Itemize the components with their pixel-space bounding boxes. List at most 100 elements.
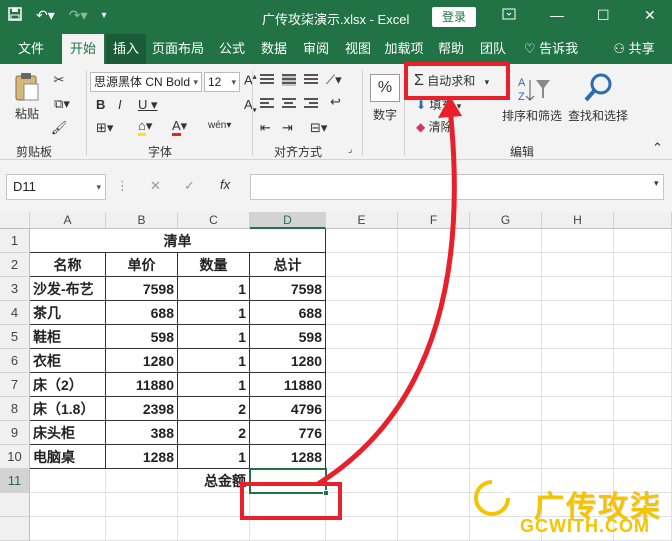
row-header-11[interactable]: 11	[0, 469, 30, 493]
row-header-8[interactable]: 8	[0, 397, 30, 421]
tab-page-layout[interactable]: 页面布局	[148, 34, 208, 64]
row-header-13[interactable]	[0, 517, 30, 541]
undo-icon[interactable]: ↶▾	[36, 7, 55, 24]
table-cell[interactable]: 沙发-布艺	[30, 277, 106, 301]
grid-cell[interactable]	[470, 373, 542, 397]
column-header-b[interactable]: B	[106, 212, 178, 229]
grid-cell[interactable]	[106, 517, 178, 541]
table-cell[interactable]: 床头柜	[30, 421, 106, 445]
grid-cell[interactable]	[30, 493, 106, 517]
expand-formula-bar-icon[interactable]: ▾	[654, 178, 659, 189]
header-qty[interactable]: 数量	[178, 253, 250, 277]
table-cell[interactable]: 床（1.8）	[30, 397, 106, 421]
paste-button[interactable]: 粘贴	[10, 72, 44, 122]
align-center-icon[interactable]	[282, 98, 296, 110]
grid-cell[interactable]	[470, 421, 542, 445]
grid-cell[interactable]	[326, 445, 398, 469]
merge-center-icon[interactable]: ⊟▾	[310, 120, 327, 136]
grid-cell[interactable]	[614, 421, 672, 445]
increase-indent-icon[interactable]: ⇥	[282, 120, 293, 136]
fill-color-icon[interactable]: ⌂▾	[138, 118, 152, 136]
grid-cell[interactable]	[326, 397, 398, 421]
grid-cell[interactable]	[398, 373, 470, 397]
row-header-10[interactable]: 10	[0, 445, 30, 469]
grid-cell[interactable]	[398, 517, 470, 541]
wrap-text-icon[interactable]: ↩	[330, 94, 341, 110]
tab-file[interactable]: 文件	[8, 34, 54, 64]
save-icon[interactable]	[8, 7, 22, 24]
align-right-icon[interactable]	[304, 98, 318, 110]
grid-cell[interactable]	[470, 229, 542, 253]
grid-cell[interactable]	[470, 325, 542, 349]
select-all-corner[interactable]	[0, 212, 30, 229]
tab-team[interactable]: 团队	[474, 34, 512, 64]
row-header-4[interactable]: 4	[0, 301, 30, 325]
italic-icon[interactable]: I	[118, 97, 122, 112]
find-select-button[interactable]: 查找和选择	[566, 72, 630, 124]
column-header-a[interactable]: A	[30, 212, 106, 229]
grid-cell[interactable]	[398, 349, 470, 373]
grid-cell[interactable]	[250, 493, 326, 517]
grid-cell[interactable]	[542, 229, 614, 253]
align-bottom-icon[interactable]	[304, 74, 318, 86]
table-cell[interactable]: 688	[106, 301, 178, 325]
grid-cell[interactable]	[614, 493, 672, 517]
grid-cell[interactable]	[614, 445, 672, 469]
phonetic-icon[interactable]: wén▾	[208, 120, 231, 131]
name-box[interactable]: D11 ▾	[6, 174, 106, 200]
grid-cell[interactable]	[614, 301, 672, 325]
worksheet-grid[interactable]: A B C D E F G H 1 2 3 4 5 6 7 8 9 10 11 …	[0, 212, 672, 541]
font-name-select[interactable]: 思源黑体 CN Bold ▾	[90, 72, 202, 92]
table-cell[interactable]: 1280	[250, 349, 326, 373]
column-header-g[interactable]: G	[470, 212, 542, 229]
table-cell[interactable]: 1280	[106, 349, 178, 373]
grid-cell[interactable]	[398, 469, 470, 493]
grid-cell[interactable]	[614, 373, 672, 397]
align-middle-icon[interactable]	[282, 74, 296, 86]
grid-cell[interactable]	[542, 301, 614, 325]
table-cell[interactable]: 2	[178, 421, 250, 445]
grid-cell[interactable]	[106, 469, 178, 493]
font-color-icon[interactable]: A▾	[172, 118, 187, 136]
fill-handle[interactable]	[323, 490, 329, 496]
grid-cell[interactable]	[398, 253, 470, 277]
collapse-ribbon-icon[interactable]: ⌃	[652, 140, 663, 156]
column-header-h[interactable]: H	[542, 212, 614, 229]
grid-cell[interactable]	[178, 493, 250, 517]
grid-cell[interactable]	[614, 325, 672, 349]
table-cell[interactable]: 7598	[106, 277, 178, 301]
bold-icon[interactable]: B	[96, 97, 105, 112]
tab-formulas[interactable]: 公式	[212, 34, 252, 64]
align-top-icon[interactable]	[260, 74, 274, 86]
tab-view[interactable]: 视图	[340, 34, 376, 64]
row-header-6[interactable]: 6	[0, 349, 30, 373]
row-header-7[interactable]: 7	[0, 373, 30, 397]
clear-button[interactable]: ◆ 清除	[416, 118, 453, 135]
grid-cell[interactable]	[398, 397, 470, 421]
table-cell[interactable]: 鞋柜	[30, 325, 106, 349]
grid-cell[interactable]	[326, 373, 398, 397]
table-cell[interactable]: 1	[178, 301, 250, 325]
grid-cell[interactable]	[398, 301, 470, 325]
format-painter-icon[interactable]: 🖌	[50, 120, 68, 136]
underline-icon[interactable]: U ▾	[138, 97, 158, 113]
grid-cell[interactable]	[470, 397, 542, 421]
grid-cell[interactable]	[398, 421, 470, 445]
close-icon[interactable]: ✕	[644, 7, 656, 24]
table-cell[interactable]: 1	[178, 325, 250, 349]
grid-cell[interactable]	[178, 517, 250, 541]
autosum-button[interactable]: Σ 自动求和 ▾	[414, 72, 489, 90]
table-cell[interactable]: 598	[106, 325, 178, 349]
header-total[interactable]: 总计	[250, 253, 326, 277]
table-cell[interactable]: 2	[178, 397, 250, 421]
orientation-icon[interactable]: ⟋▾	[326, 72, 342, 88]
grid-cell[interactable]	[470, 349, 542, 373]
table-cell[interactable]: 电脑桌	[30, 445, 106, 469]
table-cell[interactable]: 7598	[250, 277, 326, 301]
table-cell[interactable]: 茶几	[30, 301, 106, 325]
enter-icon[interactable]: ✓	[184, 178, 195, 194]
table-cell[interactable]: 1	[178, 373, 250, 397]
row-header-9[interactable]: 9	[0, 421, 30, 445]
redo-icon[interactable]: ↷▾	[69, 7, 88, 24]
grid-cell[interactable]	[326, 325, 398, 349]
